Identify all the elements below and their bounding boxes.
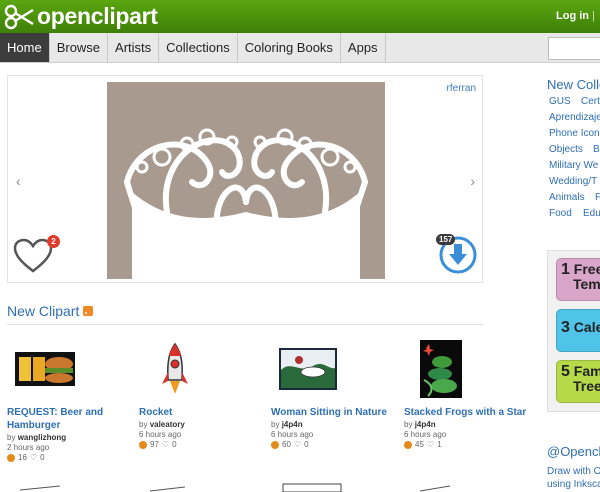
- twitter-heading[interactable]: @Opencl: [547, 444, 600, 459]
- rss-icon[interactable]: [83, 306, 94, 316]
- view-count: 97: [150, 440, 159, 449]
- sun-icon: [271, 440, 279, 449]
- sun-icon: [7, 453, 15, 462]
- collection-tag[interactable]: Wedding/T: [549, 176, 597, 187]
- heart-small-icon: ♡: [29, 453, 38, 462]
- collection-tag[interactable]: Military We: [549, 160, 598, 171]
- clipart-author[interactable]: j4p4n: [282, 420, 303, 429]
- clipart-time: 6 hours ago: [404, 430, 447, 439]
- promo-panel: 1 Free Temp 3 Cale 5 Fam Tree: [547, 250, 600, 412]
- clipart-byline: by wanglizhong: [7, 433, 66, 443]
- clipart-author[interactable]: valeatory: [150, 420, 185, 429]
- woman-nature-thumbnail[interactable]: [271, 340, 399, 398]
- heart-small-icon: ♡: [161, 440, 170, 449]
- like-count: 0: [40, 453, 45, 462]
- clipart-title[interactable]: REQUEST: Beer and Hamburger: [7, 406, 135, 432]
- promo-label: Fam: [573, 363, 600, 379]
- clipart-author[interactable]: j4p4n: [415, 420, 436, 429]
- stacked-frogs-thumbnail[interactable]: [404, 340, 532, 398]
- collection-tag[interactable]: Animals: [549, 192, 585, 203]
- login-link[interactable]: Log in: [556, 10, 589, 22]
- clipart-stats: 97 ♡ 0: [139, 440, 177, 449]
- view-count: 60: [282, 440, 291, 449]
- clipart-stats: 45 ♡ 1: [404, 440, 442, 449]
- clipart-byline: by j4p4n: [271, 420, 303, 430]
- beer-hamburger-thumbnail[interactable]: [7, 340, 135, 398]
- collection-tag[interactable]: B: [593, 144, 600, 155]
- promo-label: Free: [573, 261, 600, 277]
- view-count: 45: [415, 440, 424, 449]
- promo-family-tree[interactable]: 5 Fam Tree: [556, 360, 600, 403]
- like-count: 1: [437, 440, 442, 449]
- next-row-thumbnails-partial: [19, 483, 451, 492]
- twitter-line: using Inkscap: [547, 479, 600, 490]
- clipart-title[interactable]: Stacked Frogs with a Star: [404, 406, 532, 419]
- by-label: by: [404, 420, 413, 429]
- clipart-title[interactable]: Rocket: [139, 406, 267, 419]
- promo-label: Cale: [573, 319, 600, 335]
- sun-icon: [139, 440, 147, 449]
- twitter-line: Draw with O: [547, 466, 600, 477]
- sun-icon: [404, 440, 412, 449]
- clipart-time: 6 hours ago: [139, 430, 182, 439]
- clipart-author[interactable]: wanglizhong: [18, 433, 66, 442]
- scissors-icon: [4, 4, 34, 29]
- new-collections-heading[interactable]: New Colle: [547, 77, 600, 92]
- nav-apps[interactable]: Apps: [341, 33, 386, 62]
- logo-text: openclipart: [37, 3, 158, 29]
- featured-author-link[interactable]: rferran: [447, 83, 476, 94]
- by-label: by: [139, 420, 148, 429]
- collection-tag[interactable]: Edu: [583, 208, 600, 219]
- collection-tag[interactable]: Objects: [549, 144, 583, 155]
- collection-tag[interactable]: Phone Icon: [549, 128, 600, 139]
- by-label: by: [7, 433, 16, 442]
- site-logo[interactable]: openclipart: [4, 2, 158, 31]
- promo-free-templates[interactable]: 1 Free Temp: [556, 258, 600, 301]
- rocket-thumbnail[interactable]: [139, 340, 267, 398]
- clipart-byline: by valeatory: [139, 420, 185, 430]
- collection-tag[interactable]: F: [595, 192, 600, 203]
- featured-clipart-image[interactable]: [107, 82, 385, 279]
- clipart-title[interactable]: Woman Sitting in Nature: [271, 406, 399, 419]
- nav-browse[interactable]: Browse: [50, 33, 109, 62]
- promo-calendars[interactable]: 3 Cale: [556, 309, 600, 352]
- collection-tag[interactable]: GUS: [549, 96, 571, 107]
- carousel-prev-arrow[interactable]: ‹: [16, 173, 21, 189]
- ornamental-swirl-art: [124, 128, 368, 279]
- twitter-text[interactable]: Draw with O using Inkscap: [547, 465, 600, 491]
- promo-label: Tree: [573, 378, 600, 394]
- main-nav: Home Browse Artists Collections Coloring…: [0, 33, 600, 63]
- nav-coloring-books[interactable]: Coloring Books: [238, 33, 341, 62]
- promo-number: 3: [561, 319, 570, 336]
- heart-small-icon: ♡: [293, 440, 302, 449]
- carousel-next-arrow[interactable]: ›: [470, 173, 475, 189]
- clipart-time: 2 hours ago: [7, 443, 50, 452]
- nav-home[interactable]: Home: [0, 33, 50, 62]
- site-header: openclipart Log in |: [0, 0, 600, 33]
- clipart-stats: 16 ♡ 0: [7, 453, 45, 462]
- view-count: 16: [18, 453, 27, 462]
- favorites-count-badge: 2: [47, 235, 60, 248]
- clipart-byline: by j4p4n: [404, 420, 436, 430]
- by-label: by: [271, 420, 280, 429]
- like-count: 0: [304, 440, 309, 449]
- header-separator: |: [592, 10, 595, 22]
- heart-small-icon: ♡: [426, 440, 435, 449]
- search-input[interactable]: [548, 37, 600, 60]
- new-clipart-heading[interactable]: New Clipart: [7, 303, 94, 319]
- nav-collections[interactable]: Collections: [159, 33, 238, 62]
- nav-artists[interactable]: Artists: [108, 33, 160, 62]
- downloads-count-badge: 157: [436, 234, 456, 245]
- featured-carousel: rferran ‹ › 2 157: [7, 75, 483, 283]
- collection-tag[interactable]: Aprendizaje: [549, 112, 600, 123]
- collection-tag[interactable]: Cert: [581, 96, 600, 107]
- clipart-stats: 60 ♡ 0: [271, 440, 309, 449]
- promo-label: Temp: [573, 276, 600, 292]
- new-clipart-title: New Clipart: [7, 303, 80, 319]
- collection-tag[interactable]: Food: [549, 208, 572, 219]
- like-count: 0: [172, 440, 177, 449]
- clipart-time: 6 hours ago: [271, 430, 314, 439]
- section-divider: [7, 324, 483, 325]
